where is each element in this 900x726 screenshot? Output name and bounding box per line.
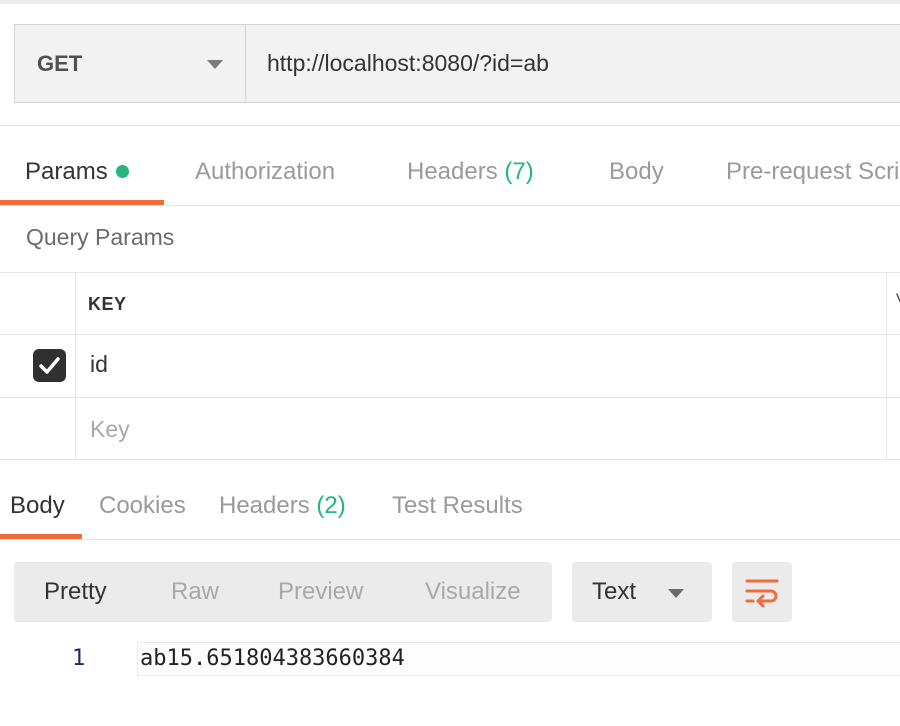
tab-body[interactable]: Body (609, 126, 664, 206)
response-tab-headers-count: (2) (316, 492, 346, 519)
table-divider (0, 272, 900, 273)
view-preview-button[interactable]: Preview (278, 562, 363, 622)
request-bar: GET http://localhost:8080/?id=ab (14, 24, 900, 103)
new-param-key-input[interactable] (76, 398, 900, 460)
tab-authorization-label: Authorization (195, 158, 336, 185)
tab-headers[interactable]: Headers (7) (407, 126, 534, 206)
method-label: GET (37, 50, 83, 76)
response-body-text: ab15.651804383660384 (140, 646, 405, 671)
view-pretty-button[interactable]: Pretty (44, 562, 107, 622)
top-divider (0, 0, 900, 4)
response-tab-cookies-label: Cookies (99, 492, 186, 519)
tab-params[interactable]: Params (25, 126, 129, 206)
response-tab-headers[interactable]: Headers (2) (219, 460, 346, 540)
params-active-dot-icon (115, 165, 129, 178)
table-divider (0, 334, 900, 335)
view-mode-group: Pretty Raw Preview Visualize (14, 562, 552, 622)
tab-headers-count: (7) (504, 158, 534, 185)
key-column-header: KEY (88, 294, 127, 314)
response-tab-body-label: Body (10, 492, 65, 519)
tab-params-label: Params (25, 158, 108, 185)
check-icon (39, 357, 60, 374)
format-select-label: Text (592, 578, 637, 605)
request-tabs: Params Authorization Headers (7) Body Pr… (0, 126, 900, 206)
query-params-title: Query Params (26, 224, 175, 250)
wrap-lines-button[interactable] (732, 562, 792, 622)
tab-body-label: Body (609, 158, 664, 185)
response-tab-body[interactable]: Body (10, 460, 65, 540)
active-tab-underline (0, 200, 164, 205)
tab-authorization[interactable]: Authorization (195, 126, 335, 206)
format-select[interactable]: Text (572, 562, 712, 622)
chevron-down-icon (668, 589, 684, 598)
tab-headers-label: Headers (407, 158, 498, 185)
response-tab-headers-label: Headers (219, 492, 310, 519)
url-text: http://localhost:8080/?id=ab (267, 50, 549, 76)
response-tabs: Body Cookies Headers (2) Test Results (0, 460, 900, 540)
method-select[interactable]: GET (15, 25, 246, 102)
param-enabled-checkbox[interactable] (33, 349, 66, 382)
tab-pre-request-label: Pre-request Scri (726, 158, 900, 185)
active-response-tab-underline (0, 534, 82, 539)
wrap-lines-icon (745, 579, 779, 608)
response-tab-test-results-label: Test Results (392, 492, 523, 519)
line-number: 1 (72, 646, 86, 671)
view-visualize-button[interactable]: Visualize (425, 562, 521, 622)
response-tab-test-results[interactable]: Test Results (392, 460, 523, 540)
response-tab-cookies[interactable]: Cookies (99, 460, 186, 540)
view-raw-button[interactable]: Raw (171, 562, 219, 622)
url-input[interactable]: http://localhost:8080/?id=ab (246, 25, 900, 102)
chevron-down-icon (207, 60, 223, 69)
tab-pre-request-script[interactable]: Pre-request Scri (726, 126, 899, 206)
query-params-table: KEY id (0, 272, 900, 460)
param-key-cell[interactable]: id (90, 351, 108, 378)
value-column-header-cutoff: V (896, 290, 900, 306)
response-body-editor[interactable]: ab15.651804383660384 (137, 642, 900, 676)
